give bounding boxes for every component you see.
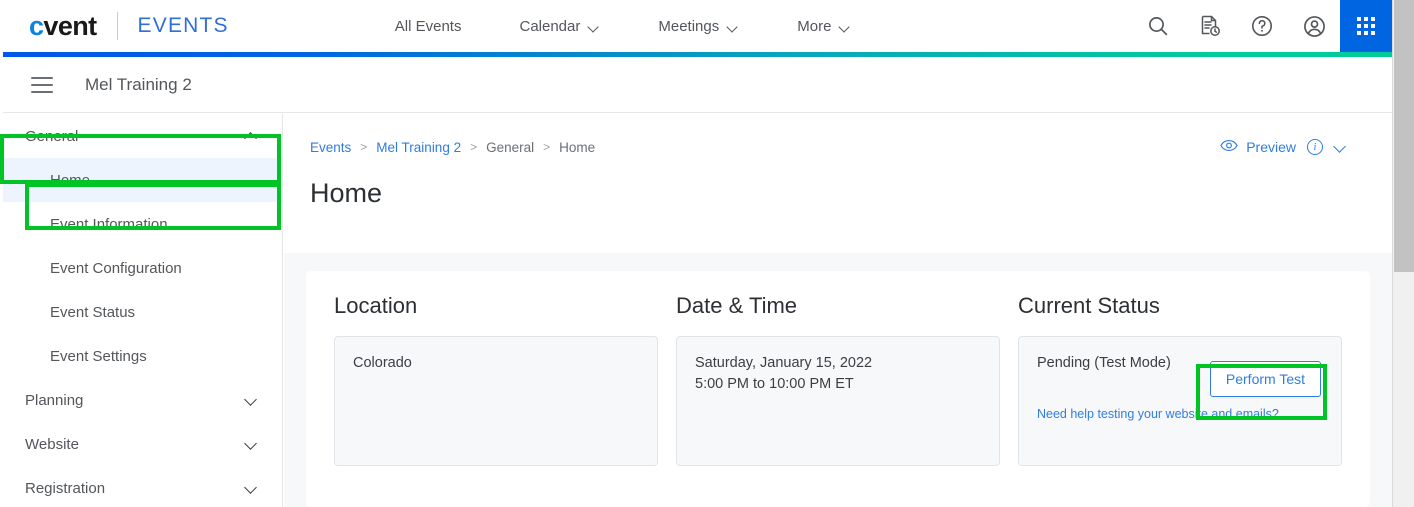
card-location-title: Location [334,293,418,318]
status-badge: Pending (Test Mode) [1037,355,1171,371]
logo-c-letter: c [29,10,44,41]
chevron-down-icon [589,23,600,30]
time-value: 5:00 PM to 10:00 PM ET [695,376,854,393]
sidebar-group-registration-label: Registration [25,479,106,497]
sidebar-item-home-label: Home [50,171,91,189]
breadcrumb-events[interactable]: Events [310,140,351,155]
location-value: Colorado [353,355,412,371]
help-circle-icon[interactable] [1236,0,1288,52]
report-clock-icon[interactable] [1184,0,1236,52]
global-nav: All Events Calendar Meetings More [366,0,881,52]
content-area: Location Colorado Date & Time Saturday, … [284,253,1392,507]
scrollbar-thumb[interactable] [1394,0,1414,272]
sidebar-item-event-settings-label: Event Settings [50,347,147,365]
sidebar-group-general[interactable]: General [0,114,282,158]
hamburger-icon[interactable] [31,76,53,93]
sidebar-group-website[interactable]: Website [0,422,282,466]
breadcrumb-separator: > [543,140,551,154]
sidebar-group-general-label: General [25,127,79,145]
nav-more-label: More [797,17,832,35]
chevron-down-icon [245,394,257,406]
app-grid-dots [1357,17,1375,35]
main-content: Events > Mel Training 2 > General > Home [284,114,1392,507]
breadcrumb-home: Home [559,139,596,155]
chevron-down-icon [245,438,257,450]
search-icon[interactable] [1132,0,1184,52]
breadcrumb-row: Events > Mel Training 2 > General > Home [284,114,1392,180]
sidebar-item-event-configuration[interactable]: Event Configuration [0,246,282,290]
sidebar-group-website-label: Website [25,435,79,453]
sidebar-group-planning[interactable]: Planning [0,378,282,422]
status-row: Pending (Test Mode) Perform Test [1037,353,1323,397]
card-current-status-body: Pending (Test Mode) Perform Test Need he… [1018,336,1342,466]
nav-all-events-label: All Events [394,17,462,35]
application-window: cvent EVENTS All Events Calendar Meeting… [0,0,1414,507]
card-date-time-body: Saturday, January 15, 2022 5:00 PM to 10… [676,336,1000,466]
sidebar-item-event-settings[interactable]: Event Settings [0,334,282,378]
user-account-icon[interactable] [1288,0,1340,52]
testing-help-link[interactable]: Need help testing your website and email… [1037,407,1323,421]
info-circle-icon[interactable]: i [1307,139,1323,155]
sidebar-item-event-configuration-label: Event Configuration [50,259,182,277]
date-value: Saturday, January 15, 2022 [695,355,873,371]
brand-divider [116,12,118,40]
logo-vent-letters: vent [43,10,97,41]
eye-icon [1220,139,1238,155]
global-header: cvent EVENTS All Events Calendar Meeting… [0,0,1392,52]
breadcrumb-separator: > [360,140,368,154]
preview-controls: Preview i [1220,139,1346,155]
sidebar-item-event-status[interactable]: Event Status [0,290,282,334]
breadcrumb-separator: > [470,140,478,154]
sidebar-group-registration[interactable]: Registration [0,466,282,507]
perform-test-button[interactable]: Perform Test [1209,361,1321,397]
nav-meetings-label: Meetings [658,17,720,35]
brand-logo-area[interactable]: cvent EVENTS [29,0,229,52]
nav-meetings[interactable]: Meetings [629,0,768,52]
sidebar-item-event-status-label: Event Status [50,303,136,321]
breadcrumb: Events > Mel Training 2 > General > Home [310,140,595,155]
nav-more[interactable]: More [768,0,880,52]
chevron-down-icon[interactable] [1334,141,1346,153]
sidebar-item-home[interactable]: Home [0,158,282,202]
sidebar-item-event-information[interactable]: Event Information [0,202,282,246]
cvent-logo[interactable]: cvent [29,10,97,41]
sidebar-group-planning-label: Planning [25,391,84,409]
summary-panel: Location Colorado Date & Time Saturday, … [306,271,1370,507]
event-title-bar: Mel Training 2 [0,57,1392,113]
card-date-time-title: Date & Time [676,293,798,318]
chevron-up-icon [245,130,257,142]
card-current-status-title: Current Status [1018,293,1160,318]
sidebar-item-event-information-label: Event Information [50,215,168,233]
event-title: Mel Training 2 [85,74,192,94]
app-grid-icon[interactable] [1340,0,1392,52]
nav-calendar-label: Calendar [519,17,581,35]
header-icon-group [1132,0,1392,52]
card-location-body: Colorado [334,336,658,466]
card-current-status: Current Status Pending (Test Mode) Perfo… [1018,293,1342,507]
page-title: Home [310,178,383,208]
card-date-time: Date & Time Saturday, January 15, 2022 5… [676,293,1000,507]
chevron-down-icon [245,482,257,494]
product-name-events: EVENTS [137,14,229,37]
chevron-down-icon [840,23,851,30]
card-location: Location Colorado [334,293,658,507]
preview-label: Preview [1246,139,1296,155]
nav-calendar[interactable]: Calendar [490,0,629,52]
chevron-down-icon [728,23,739,30]
preview-button[interactable]: Preview [1220,139,1296,155]
left-sidebar-nav[interactable]: General Home Event Information Event Con… [0,114,283,507]
nav-all-events[interactable]: All Events [366,0,491,52]
left-edge-stripe [0,0,3,507]
breadcrumb-general: General [486,139,535,155]
page-scrollbar[interactable] [1392,0,1414,507]
breadcrumb-mel-training-2[interactable]: Mel Training 2 [376,140,461,155]
